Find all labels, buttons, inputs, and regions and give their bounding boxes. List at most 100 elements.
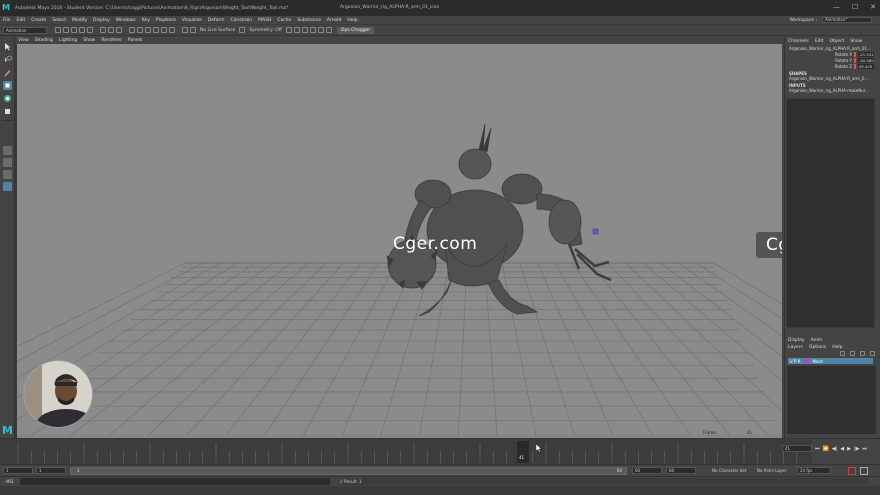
viewport-menu-panels[interactable]: Panels (128, 38, 142, 43)
menu-modify[interactable]: Modify (72, 18, 87, 23)
move-layer-up-icon[interactable] (840, 351, 845, 356)
persp-graph-layout-icon[interactable] (3, 182, 12, 191)
play-backward-icon[interactable]: ◀ (840, 446, 844, 452)
move-tool-icon[interactable] (3, 81, 12, 90)
render-frame-icon[interactable] (285, 27, 292, 33)
tab-channels[interactable]: Channels (788, 39, 809, 44)
fps-dropdown[interactable]: 24 fps (797, 467, 831, 474)
snap-point-icon[interactable] (145, 27, 151, 33)
menu-substance[interactable]: Substance (297, 18, 321, 23)
layer-row-mesh[interactable]: V P R Mesh (788, 358, 873, 364)
snap-grid-icon[interactable] (129, 27, 135, 33)
render-settings-icon[interactable] (301, 27, 308, 33)
go-to-end-icon[interactable]: ⏭ (863, 446, 868, 452)
selected-control-marker[interactable] (592, 228, 599, 235)
viewport-menu-shading[interactable]: Shading (35, 38, 53, 43)
menu-arnold[interactable]: Arnold (327, 18, 342, 23)
menu-key[interactable]: Key (142, 18, 150, 23)
menu-help[interactable]: Help (347, 18, 357, 23)
move-layer-down-icon[interactable] (850, 351, 855, 356)
time-slider[interactable]: 41 41 ⏮ ⏪ ◀| ◀ ▶ |▶ ⏭ (0, 438, 880, 465)
animation-end-field[interactable]: 60 (666, 467, 696, 474)
menu-set-dropdown[interactable]: Animation (3, 26, 47, 34)
select-hierarchy-icon[interactable] (100, 27, 106, 33)
menu-windows[interactable]: Windows (116, 18, 136, 23)
lasso-tool-icon[interactable] (3, 55, 12, 64)
select-tool-icon[interactable] (3, 42, 12, 51)
minimize-button[interactable]: — (833, 3, 840, 11)
menu-mash[interactable]: MASH (258, 18, 271, 23)
redo-icon[interactable] (87, 27, 93, 33)
viewport-menu-show[interactable]: Show (83, 38, 95, 43)
select-component-icon[interactable] (116, 27, 122, 33)
new-scene-icon[interactable] (55, 27, 61, 33)
current-frame-field[interactable]: 41 (782, 445, 812, 452)
viewport-menu-view[interactable]: View (18, 38, 29, 43)
render-icon[interactable] (239, 27, 246, 33)
snap-plane-icon[interactable] (153, 27, 159, 33)
ipr-render-icon[interactable] (293, 27, 300, 33)
menu-cache[interactable]: Cache (277, 18, 291, 23)
save-scene-icon[interactable] (71, 27, 77, 33)
close-button[interactable]: ✕ (870, 3, 876, 11)
shapes-item[interactable]: Argonian_Warrior_rig_ALPHA:R_arm_0... (785, 76, 880, 81)
tab-anim[interactable]: Anim (811, 338, 823, 343)
maximize-button[interactable]: ☐ (852, 3, 858, 11)
layer-flags[interactable]: V P R (790, 359, 800, 364)
character-set-dropdown[interactable]: No Character Set (712, 468, 746, 473)
perspective-viewport[interactable]: Cger.com Cger.com Frame: 41 (17, 44, 782, 438)
menu-playback[interactable]: Playback (156, 18, 176, 23)
scale-tool-icon[interactable] (3, 107, 12, 116)
step-back-icon[interactable]: ⏪ (823, 446, 829, 452)
menu-constrain[interactable]: Constrain (231, 18, 253, 23)
new-layer-icon[interactable] (860, 351, 865, 356)
quick-select-button[interactable]: Ops Chagger (336, 26, 375, 34)
attribute-value-field[interactable]: 45.425 (858, 63, 874, 69)
select-object-icon[interactable] (108, 27, 114, 33)
live-surface-label[interactable]: No Live Surface (200, 28, 235, 33)
render-view-icon[interactable] (317, 27, 324, 33)
persp-outliner-layout-icon[interactable] (3, 170, 12, 179)
menu-display[interactable]: Display (93, 18, 110, 23)
animation-start-field[interactable]: 1 (3, 467, 33, 474)
menu-deform[interactable]: Deform (208, 18, 225, 23)
command-input[interactable] (20, 478, 330, 485)
menu-layers[interactable]: Layers (788, 345, 803, 350)
playback-end-field[interactable]: 60 (632, 467, 662, 474)
menu-file[interactable]: File (3, 18, 11, 23)
layer-color-swatch[interactable] (803, 359, 810, 363)
new-layer-selected-icon[interactable] (870, 351, 875, 356)
rotate-tool-icon[interactable] (3, 94, 12, 103)
snap-view-icon[interactable] (169, 27, 175, 33)
tab-edit[interactable]: Edit (815, 39, 824, 44)
symmetry-label[interactable]: Symmetry: Off (249, 28, 282, 33)
tab-object[interactable]: Object (830, 39, 845, 44)
prev-key-icon[interactable]: ◀| (832, 446, 838, 452)
four-view-layout-icon[interactable] (3, 158, 12, 167)
tab-display[interactable]: Display (788, 338, 805, 343)
history-icon[interactable] (182, 27, 188, 33)
attribute-row[interactable]: Rotate Z 45.425 (785, 63, 880, 69)
single-perspective-layout-icon[interactable] (3, 146, 12, 155)
auto-key-icon[interactable] (848, 467, 856, 475)
viewport-menu-lighting[interactable]: Lighting (59, 38, 77, 43)
anim-prefs-icon[interactable] (860, 467, 868, 475)
tab-show[interactable]: Show (850, 39, 862, 44)
menu-options[interactable]: Options (809, 345, 826, 350)
hypershade-icon[interactable] (309, 27, 316, 33)
range-slider-bar[interactable]: 1 60 (70, 467, 627, 475)
workspace-dropdown[interactable]: Animation* (822, 17, 872, 23)
next-key-icon[interactable]: |▶ (854, 446, 860, 452)
open-scene-icon[interactable] (63, 27, 69, 33)
menu-visualize[interactable]: Visualize (182, 18, 202, 23)
paint-select-icon[interactable] (3, 68, 12, 77)
menu-help-layers[interactable]: Help (832, 345, 842, 350)
go-to-start-icon[interactable]: ⏮ (815, 446, 820, 452)
selected-object-name[interactable]: Argonian_Warrior_rig_ALPHA:R_arm_01... (785, 46, 880, 51)
viewport-menu-renderer[interactable]: Renderer (101, 38, 122, 43)
menu-select[interactable]: Select (52, 18, 66, 23)
command-language-toggle[interactable]: MEL (6, 479, 14, 484)
menu-edit[interactable]: Edit (17, 18, 26, 23)
inputs-item[interactable]: Argonian_Warrior_rig_ALPHA:makeNur... (785, 88, 880, 93)
menu-create[interactable]: Create (31, 18, 46, 23)
